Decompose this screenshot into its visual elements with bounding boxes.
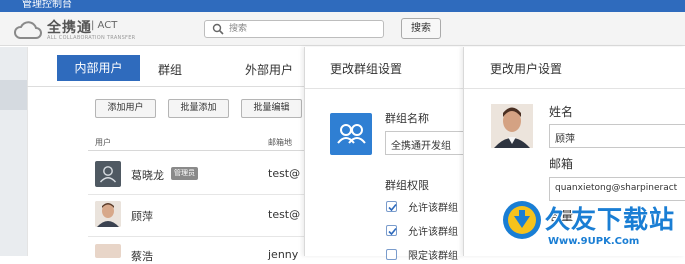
row-divider — [88, 236, 304, 237]
left-nav-selected-item[interactable] — [0, 80, 27, 110]
permission-label: 允许该群组 — [408, 203, 458, 214]
group-icon — [330, 113, 372, 155]
email-label: 邮箱 — [549, 157, 574, 171]
permission-checkbox[interactable] — [386, 249, 397, 260]
watermark-url: Www.9UPK.Com — [548, 236, 640, 247]
row-divider — [88, 194, 304, 195]
user-settings-title: 更改用户设置 — [490, 62, 563, 76]
group-name-label: 群组名称 — [385, 112, 429, 125]
cloud-logo-icon — [14, 21, 42, 39]
search-placeholder: 搜索 — [229, 24, 248, 34]
tabs-divider — [27, 86, 304, 87]
name-value: 顾萍 — [555, 134, 575, 145]
tab-external-users[interactable]: 外部用户 — [245, 61, 293, 78]
tab-internal-users[interactable]: 内部用户 — [57, 55, 140, 81]
user-name[interactable]: 蔡浩 — [131, 248, 153, 264]
logo-tagline: ALL COLLABORATION TRANSFER — [47, 35, 136, 41]
watermark-logo-icon — [503, 201, 541, 239]
default-avatar-icon — [95, 161, 121, 187]
group-permissions-label: 群组权限 — [385, 179, 429, 192]
permission-checkbox[interactable] — [386, 201, 397, 212]
tab-groups[interactable]: 群组 — [158, 61, 182, 78]
user-photo[interactable] — [491, 104, 533, 148]
user-name[interactable]: 顾萍 — [131, 208, 153, 224]
user-email: test@ — [268, 208, 301, 221]
group-name-value: 全携通开发组 — [391, 141, 451, 152]
email-value: quanxietong@sharpineract — [555, 183, 678, 193]
user-email: test@ — [268, 167, 301, 180]
admin-badge: 管理员 — [171, 167, 198, 180]
left-nav — [0, 47, 27, 256]
search-icon — [212, 23, 224, 35]
user-name[interactable]: 葛晓龙 — [131, 167, 164, 183]
search-button[interactable]: 搜索 — [401, 18, 441, 39]
watermark-text: 久友下载站 — [545, 205, 676, 234]
group-settings-title: 更改群组设置 — [330, 62, 403, 76]
add-user-button[interactable]: 添加用户 — [95, 99, 156, 118]
user-avatar — [95, 201, 121, 227]
logo-suffix: | ACT — [91, 20, 118, 31]
batch-add-button[interactable]: 批量添加 — [168, 99, 229, 118]
column-header-email[interactable]: 邮箱地 — [268, 137, 292, 148]
app-title: 管理控制台 — [22, 0, 72, 10]
permission-label: 限定该群组 — [408, 251, 458, 262]
batch-edit-button[interactable]: 批量编辑 — [241, 99, 302, 118]
group-title-divider — [305, 88, 464, 89]
user-title-divider — [464, 88, 685, 89]
logo-text: 全携通 — [47, 20, 92, 36]
title-bar: 管理控制台 — [0, 0, 685, 12]
permission-checkbox[interactable] — [386, 225, 397, 236]
column-header-user[interactable]: 用户 — [95, 137, 111, 148]
header-divider — [88, 150, 304, 151]
user-email: jenny — [268, 248, 299, 261]
name-label: 姓名 — [549, 105, 574, 119]
permission-label: 允许该群组 — [408, 227, 458, 238]
